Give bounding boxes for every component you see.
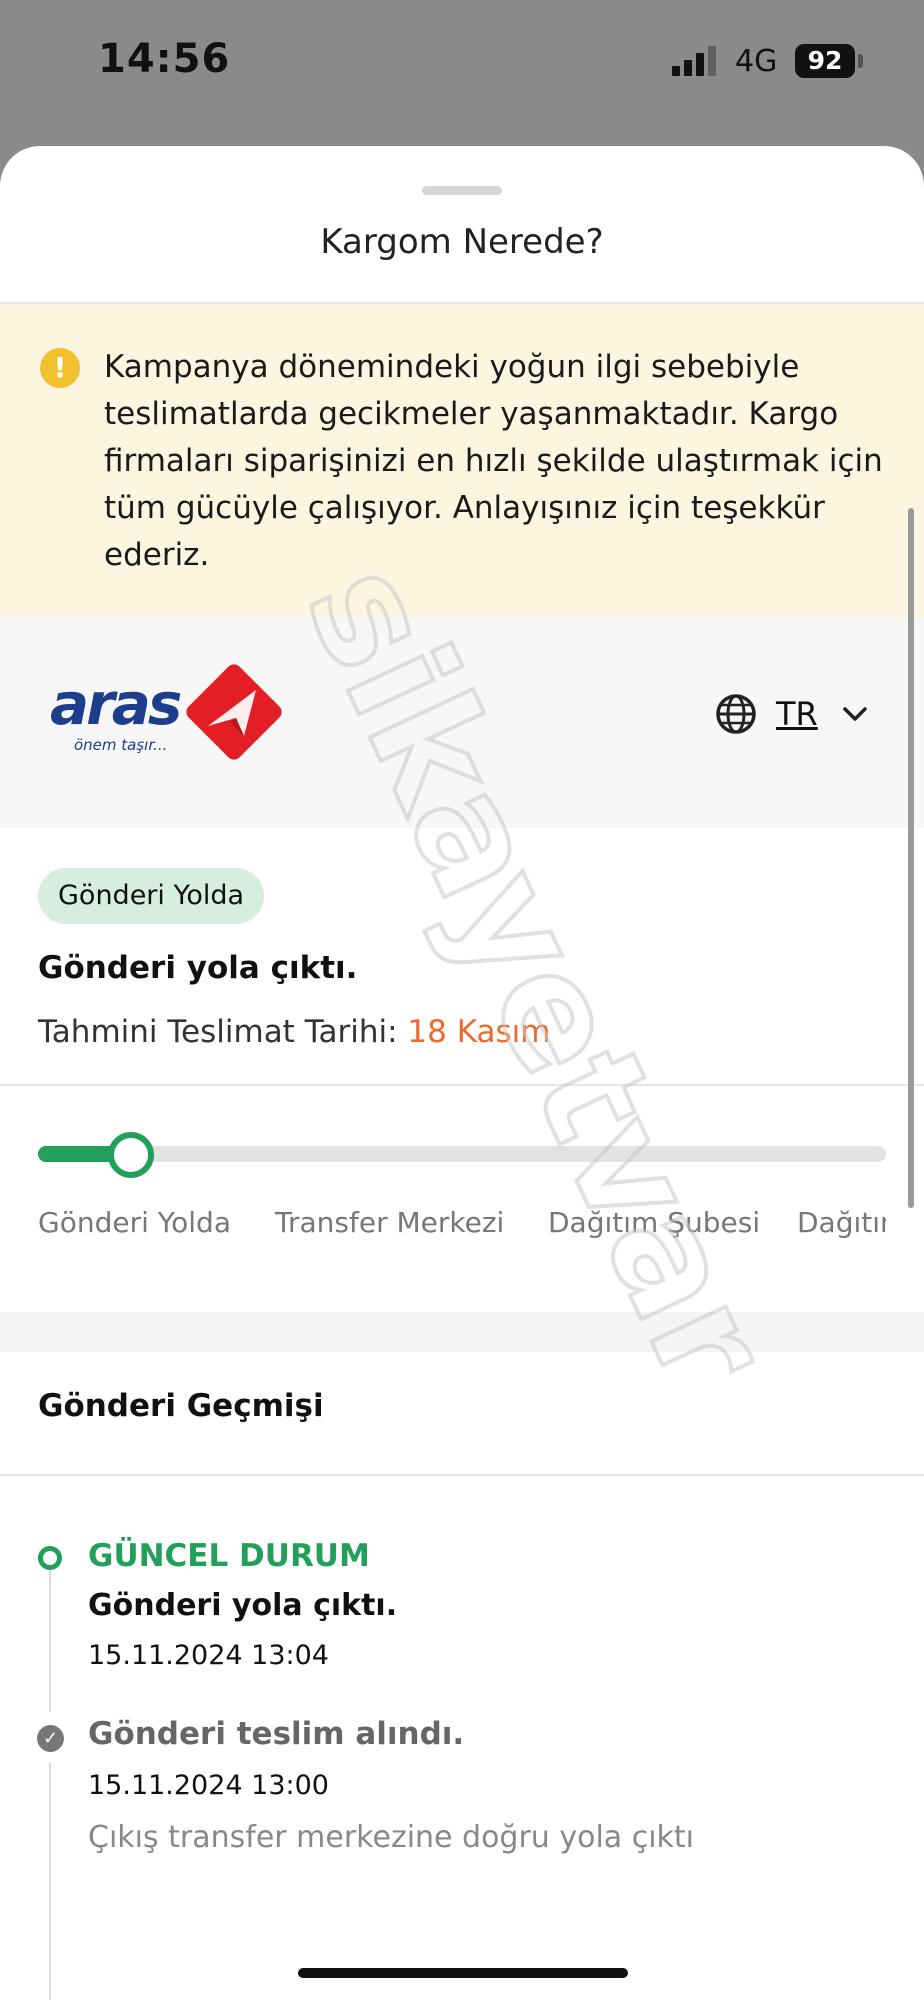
- clock: 14:56: [98, 36, 231, 82]
- history-title: Gönderi Geçmişi: [38, 1388, 324, 1424]
- step-label: Gönderi Yolda: [38, 1206, 231, 1239]
- warning-icon: !: [40, 348, 80, 388]
- bottom-sheet: Kargom Nerede? ! Kampanya dönemindeki yo…: [0, 146, 924, 2000]
- divider: [0, 1474, 924, 1476]
- battery-tip: [858, 54, 863, 68]
- shipment-history: Gönderi Geçmişi GÜNCEL DURUM Gönderi yol…: [0, 1352, 924, 2000]
- battery-icon: 92: [795, 44, 855, 78]
- delivery-progress: Gönderi Yolda Transfer Merkezi Dağıtım Ş…: [0, 1086, 924, 1336]
- globe-icon: [716, 694, 756, 734]
- shipment-status: Gönderi Yolda Gönderi yola çıktı. Tahmin…: [0, 828, 924, 1084]
- notice-text: Kampanya dönemindeki yoğun ilgi sebebiyl…: [104, 349, 883, 573]
- carrier-tagline: önem taşır...: [74, 736, 168, 754]
- event-date: 15.11.2024 13:00: [88, 1770, 329, 1801]
- sheet-grabber[interactable]: [422, 186, 502, 195]
- progress-knob: [108, 1132, 155, 1178]
- step-label: Transfer Merkezi: [275, 1206, 505, 1239]
- scrollbar[interactable]: [908, 508, 914, 1208]
- eta-label: Tahmini Teslimat Tarihi:: [38, 1014, 398, 1050]
- section-gap: [0, 1312, 924, 1352]
- home-indicator[interactable]: [298, 1968, 628, 1978]
- timeline-line: [49, 1762, 51, 2000]
- eta-row: Tahmini Teslimat Tarihi: 18 Kasım: [38, 1014, 550, 1050]
- step-label: Dağıtım: [797, 1206, 886, 1239]
- sheet-title: Kargom Nerede?: [320, 222, 604, 262]
- eta-date: 18 Kasım: [407, 1014, 551, 1050]
- event-title: Gönderi yola çıktı.: [88, 1588, 398, 1623]
- timeline-line: [49, 1567, 51, 1712]
- event-date: 15.11.2024 13:04: [88, 1640, 329, 1671]
- language-label: TR: [776, 695, 818, 733]
- status-title: Gönderi yola çıktı.: [38, 950, 358, 986]
- progress-track-area: Gönderi Yolda Transfer Merkezi Dağıtım Ş…: [0, 1086, 886, 1336]
- status-bar: 14:56 4G 92: [0, 0, 924, 140]
- check-icon: ✓: [37, 1725, 64, 1752]
- carrier-logo-mark-icon: [186, 664, 282, 760]
- signal-icon: [672, 46, 716, 76]
- current-status-dot-icon: [38, 1546, 62, 1570]
- language-selector[interactable]: TR: [714, 690, 868, 738]
- network-type: 4G: [735, 44, 778, 79]
- event-header: Gönderi teslim alındı.: [88, 1716, 465, 1752]
- progress-track: [38, 1146, 886, 1162]
- status-badge: Gönderi Yolda: [38, 868, 265, 924]
- step-label: Dağıtım Şubesi: [548, 1206, 761, 1239]
- event-header: GÜNCEL DURUM: [88, 1538, 370, 1574]
- carrier-logo: aras: [50, 670, 182, 738]
- carrier-header: aras önem taşır... TR: [0, 618, 924, 828]
- chevron-down-icon: [843, 707, 867, 721]
- event-description: Çıkış transfer merkezine doğru yola çıkt…: [88, 1820, 695, 1855]
